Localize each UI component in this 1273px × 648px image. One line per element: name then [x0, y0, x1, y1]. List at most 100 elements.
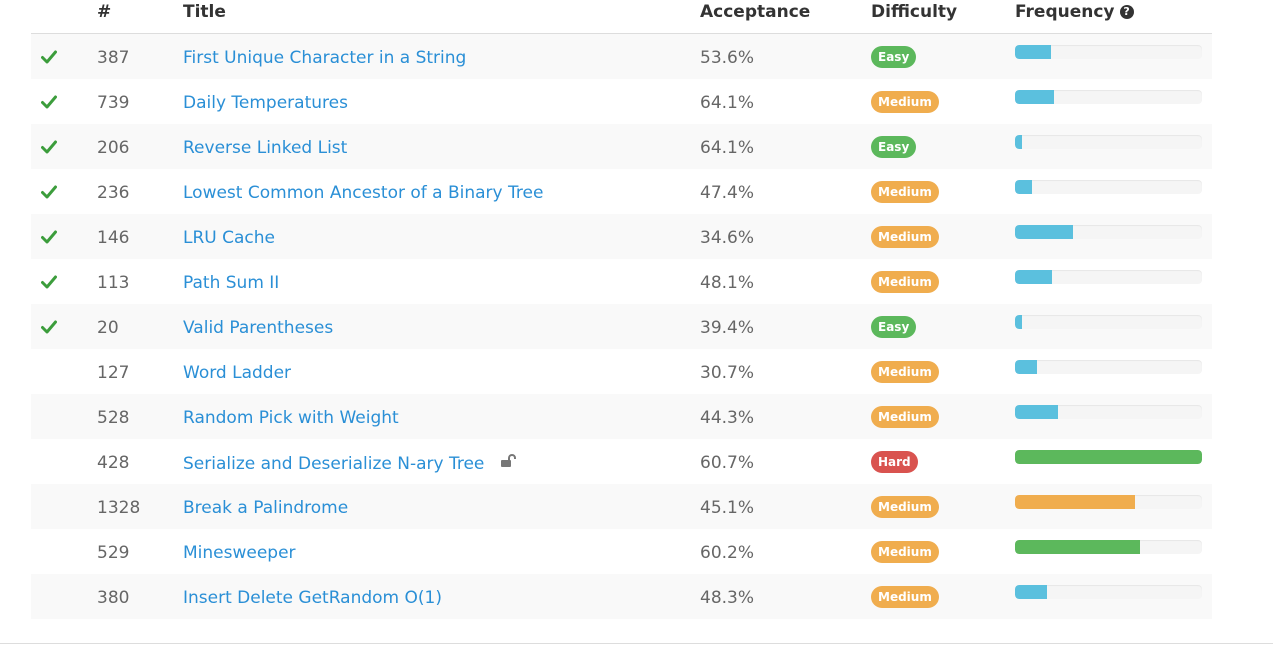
table-row: 236 Lowest Common Ancestor of a Binary Tr… [31, 169, 1212, 214]
problem-number: 528 [97, 408, 130, 428]
problem-title-link[interactable]: Reverse Linked List [183, 124, 347, 169]
frequency-bar [1015, 45, 1202, 59]
frequency-bar [1015, 90, 1202, 104]
header-acceptance[interactable]: Acceptance [700, 1, 810, 23]
table-header: # Title Acceptance Difficulty Frequency? [31, 0, 1212, 34]
solved-check-icon [41, 529, 61, 574]
table-row: 113 Path Sum II 48.1% Medium [31, 259, 1212, 304]
problem-title-link[interactable]: Insert Delete GetRandom O(1) [183, 574, 442, 619]
frequency-bar-fill [1015, 315, 1023, 329]
difficulty-badge: Medium [871, 90, 939, 113]
solved-check-icon [41, 394, 61, 439]
difficulty-cell: Hard [871, 439, 918, 484]
acceptance-rate: 60.2% [700, 543, 755, 563]
header-title[interactable]: Title [183, 1, 226, 23]
problem-number: 127 [97, 363, 130, 383]
acceptance-rate: 64.1% [700, 138, 755, 158]
divider [0, 643, 1273, 644]
acceptance-rate: 60.7% [700, 453, 755, 473]
header-frequency[interactable]: Frequency? [1015, 1, 1134, 23]
frequency-bar [1015, 315, 1202, 329]
difficulty-badge: Easy [871, 45, 917, 68]
problem-title-link[interactable]: Lowest Common Ancestor of a Binary Tree [183, 169, 543, 214]
problem-number: 428 [97, 453, 130, 473]
frequency-bar-fill [1015, 540, 1141, 554]
frequency-bar-fill [1015, 135, 1023, 149]
solved-check-icon [41, 574, 61, 619]
help-icon[interactable]: ? [1119, 5, 1134, 19]
table-body: 387 First Unique Character in a String 53.… [31, 34, 1212, 619]
solved-check-icon [41, 259, 61, 304]
frequency-bar-fill [1015, 225, 1073, 239]
problem-number: 387 [97, 48, 130, 68]
difficulty-cell: Medium [871, 574, 939, 619]
problem-title-text: Serialize and Deserialize N-ary Tree [183, 454, 485, 474]
difficulty-badge: Medium [871, 360, 939, 383]
acceptance-rate: 64.1% [700, 93, 755, 113]
problem-number: 113 [97, 273, 130, 293]
difficulty-cell: Medium [871, 484, 939, 529]
difficulty-cell: Easy [871, 34, 917, 79]
difficulty-badge: Easy [871, 315, 917, 338]
problem-title-text: LRU Cache [183, 228, 275, 248]
frequency-bar-fill [1015, 180, 1032, 194]
frequency-bar [1015, 180, 1202, 194]
problem-title-text: Random Pick with Weight [183, 408, 399, 428]
problem-title-link[interactable]: Minesweeper [183, 529, 296, 574]
difficulty-cell: Easy [871, 124, 917, 169]
acceptance-rate: 45.1% [700, 498, 755, 518]
problem-number: 739 [97, 93, 130, 113]
problem-title-text: Daily Temperatures [183, 93, 348, 113]
solved-check-icon [41, 484, 61, 529]
header-number[interactable]: # [97, 1, 111, 23]
unlock-icon [500, 439, 518, 487]
difficulty-badge: Medium [871, 585, 939, 608]
solved-check-icon [41, 79, 61, 124]
problem-title-link[interactable]: First Unique Character in a String [183, 34, 466, 79]
difficulty-badge: Medium [871, 495, 939, 518]
problem-title-text: Break a Palindrome [183, 498, 349, 518]
frequency-bar-fill [1015, 270, 1053, 284]
difficulty-cell: Medium [871, 169, 939, 214]
solved-check-icon [41, 439, 61, 484]
problem-title-text: Insert Delete GetRandom O(1) [183, 588, 442, 608]
difficulty-cell: Medium [871, 79, 939, 124]
frequency-bar [1015, 225, 1202, 239]
problem-number: 529 [97, 543, 130, 563]
acceptance-rate: 44.3% [700, 408, 755, 428]
frequency-bar-fill [1015, 405, 1058, 419]
frequency-bar-fill [1015, 90, 1055, 104]
problem-title-text: Word Ladder [183, 363, 292, 383]
solved-check-icon [41, 34, 61, 79]
acceptance-rate: 48.1% [700, 273, 755, 293]
table-row: 206 Reverse Linked List 64.1% Easy [31, 124, 1212, 169]
frequency-bar [1015, 540, 1202, 554]
problem-title-link[interactable]: Break a Palindrome [183, 484, 348, 529]
problem-title-link[interactable]: Random Pick with Weight [183, 394, 399, 439]
frequency-bar-fill [1015, 45, 1051, 59]
difficulty-cell: Medium [871, 214, 939, 259]
header-difficulty[interactable]: Difficulty [871, 1, 957, 23]
problem-number: 380 [97, 588, 130, 608]
problem-title-link[interactable]: Word Ladder [183, 349, 291, 394]
problem-title-text: Reverse Linked List [183, 138, 348, 158]
difficulty-cell: Easy [871, 304, 917, 349]
problem-title-link[interactable]: Valid Parentheses [183, 304, 333, 349]
frequency-bar-fill [1015, 585, 1047, 599]
frequency-bar [1015, 495, 1202, 509]
table-row: 528 Random Pick with Weight 44.3% Medium [31, 394, 1212, 439]
acceptance-rate: 39.4% [700, 318, 755, 338]
problem-number: 20 [97, 318, 119, 338]
frequency-bar [1015, 450, 1202, 464]
problem-title-text: Lowest Common Ancestor of a Binary Tree [183, 183, 544, 203]
problem-title-link[interactable]: Path Sum II [183, 259, 279, 304]
difficulty-cell: Medium [871, 394, 939, 439]
frequency-bar-fill [1015, 450, 1202, 464]
problem-title-link[interactable]: LRU Cache [183, 214, 275, 259]
problem-number: 236 [97, 183, 130, 203]
problem-title-link[interactable]: Daily Temperatures [183, 79, 348, 124]
problem-title-text: Path Sum II [183, 273, 280, 293]
problem-title-link[interactable]: Serialize and Deserialize N-ary Tree [183, 439, 518, 484]
difficulty-badge: Medium [871, 225, 939, 248]
difficulty-badge: Medium [871, 405, 939, 428]
